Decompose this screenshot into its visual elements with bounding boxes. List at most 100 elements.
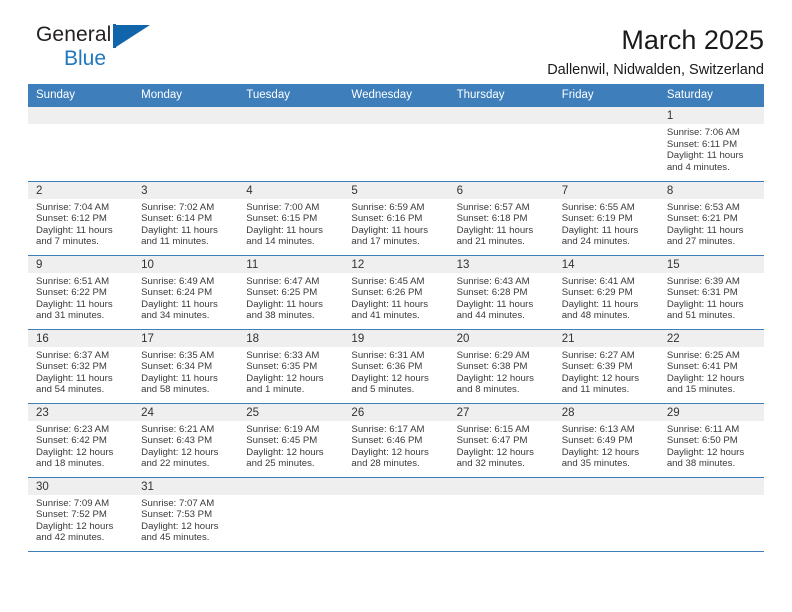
calendar-day-cell[interactable]: 29 Sunrise: 6:11 AM Sunset: 6:50 PM Dayligh… — [658, 403, 764, 478]
day-cell-inner: 11 Sunrise: 6:47 AM Sunset: 6:25 PM Dayligh… — [238, 255, 344, 329]
day-number: 7 — [553, 181, 659, 199]
sunset-text: Sunset: 6:42 PM — [36, 435, 107, 447]
day-sun-details: Sunrise: 6:59 AM Sunset: 6:16 PM Daylight:… — [343, 199, 448, 248]
calendar-day-cell[interactable]: 7 Sunrise: 6:55 AM Sunset: 6:19 PM Daylight… — [553, 181, 659, 256]
general-blue-logo: General Blue — [28, 24, 216, 76]
logo-flag-icon — [116, 25, 150, 47]
calendar-day-cell-empty — [553, 477, 659, 552]
calendar-day-cell[interactable]: 23 Sunrise: 6:23 AM Sunset: 6:42 PM Dayligh… — [28, 403, 134, 478]
calendar-day-cell[interactable]: 20 Sunrise: 6:29 AM Sunset: 6:38 PM Dayligh… — [448, 329, 554, 404]
day-number — [448, 477, 554, 495]
calendar-day-cell[interactable]: 6 Sunrise: 6:57 AM Sunset: 6:18 PM Daylight… — [448, 181, 554, 256]
day-sun-details: Sunrise: 6:21 AM Sunset: 6:43 PM Daylight:… — [133, 421, 238, 470]
sunrise-text: Sunrise: 6:19 AM — [246, 423, 320, 435]
calendar-day-cell[interactable]: 22 Sunrise: 6:25 AM Sunset: 6:41 PM Dayligh… — [658, 329, 764, 404]
daylight-text: Daylight: 11 hours and 44 minutes. — [456, 298, 534, 322]
day-number: 6 — [448, 181, 554, 199]
calendar-day-cell[interactable]: 4 Sunrise: 7:00 AM Sunset: 6:15 PM Daylight… — [238, 181, 344, 256]
day-sun-details: Sunrise: 6:17 AM Sunset: 6:46 PM Daylight:… — [343, 421, 448, 470]
sunset-text: Sunset: 6:41 PM — [666, 361, 738, 373]
sunrise-text: Sunrise: 6:29 AM — [456, 349, 530, 361]
calendar-day-cell[interactable]: 16 Sunrise: 6:37 AM Sunset: 6:32 PM Dayligh… — [28, 329, 134, 404]
calendar-day-cell[interactable]: 1 Sunrise: 7:06 AM Sunset: 6:11 PM Daylight… — [658, 107, 764, 182]
calendar-day-cell[interactable]: 19 Sunrise: 6:31 AM Sunset: 6:36 PM Dayligh… — [343, 329, 449, 404]
calendar-day-cell[interactable]: 17 Sunrise: 6:35 AM Sunset: 6:34 PM Dayligh… — [133, 329, 239, 404]
day-number: 15 — [658, 255, 764, 273]
sunrise-text: Sunrise: 6:17 AM — [351, 423, 425, 435]
calendar-day-cell[interactable]: 15 Sunrise: 6:39 AM Sunset: 6:31 PM Dayligh… — [658, 255, 764, 330]
day-sun-details: Sunrise: 6:13 AM Sunset: 6:49 PM Daylight:… — [554, 421, 659, 470]
sunrise-text: Sunrise: 6:15 AM — [456, 423, 530, 435]
daylight-text: Daylight: 12 hours and 38 minutes. — [666, 446, 745, 470]
sunset-text: Sunset: 6:45 PM — [246, 435, 318, 447]
calendar-day-cell[interactable]: 11 Sunrise: 6:47 AM Sunset: 6:25 PM Dayligh… — [238, 255, 344, 330]
day-cell-inner: 23 Sunrise: 6:23 AM Sunset: 6:42 PM Dayligh… — [28, 403, 134, 477]
day-number — [448, 107, 554, 124]
weekday-header-sunday: Sunday — [28, 84, 134, 107]
day-cell-inner: 24 Sunrise: 6:21 AM Sunset: 6:43 PM Dayligh… — [133, 403, 239, 477]
day-number: 13 — [448, 255, 554, 273]
day-number: 20 — [448, 329, 554, 347]
calendar-day-cell[interactable]: 14 Sunrise: 6:41 AM Sunset: 6:29 PM Dayligh… — [553, 255, 659, 330]
day-cell-inner: 25 Sunrise: 6:19 AM Sunset: 6:45 PM Dayligh… — [238, 403, 344, 477]
day-number — [238, 477, 344, 495]
day-sun-details: Sunrise: 6:47 AM Sunset: 6:25 PM Daylight:… — [238, 273, 343, 322]
day-number: 25 — [238, 403, 344, 421]
day-number — [553, 477, 659, 495]
sunrise-text: Sunrise: 6:53 AM — [666, 201, 740, 213]
calendar-day-cell-empty — [238, 107, 344, 182]
calendar-day-cell[interactable]: 30 Sunrise: 7:09 AM Sunset: 7:52 PM Dayligh… — [28, 477, 134, 552]
calendar-body: 1 Sunrise: 7:06 AM Sunset: 6:11 PM Daylight… — [28, 107, 764, 552]
day-sun-details: Sunrise: 6:11 AM Sunset: 6:50 PM Daylight:… — [659, 421, 764, 470]
calendar-day-cell-empty — [658, 477, 764, 552]
day-sun-details: Sunrise: 6:43 AM Sunset: 6:28 PM Daylight:… — [449, 273, 554, 322]
calendar-day-cell[interactable]: 12 Sunrise: 6:45 AM Sunset: 6:26 PM Dayligh… — [343, 255, 449, 330]
day-number: 11 — [238, 255, 344, 273]
daylight-text: Daylight: 11 hours and 4 minutes. — [666, 150, 744, 173]
daylight-text: Daylight: 11 hours and 31 minutes. — [36, 298, 113, 322]
sunrise-text: Sunrise: 6:57 AM — [456, 201, 530, 213]
calendar-day-cell[interactable]: 31 Sunrise: 7:07 AM Sunset: 7:53 PM Dayligh… — [133, 477, 239, 552]
daylight-text: Daylight: 11 hours and 34 minutes. — [141, 298, 218, 322]
day-cell-inner: 30 Sunrise: 7:09 AM Sunset: 7:52 PM Dayligh… — [28, 477, 134, 551]
calendar-day-cell[interactable]: 2 Sunrise: 7:04 AM Sunset: 6:12 PM Daylight… — [28, 181, 134, 256]
sunrise-text: Sunrise: 6:31 AM — [351, 349, 425, 361]
calendar-day-cell[interactable]: 24 Sunrise: 6:21 AM Sunset: 6:43 PM Dayligh… — [133, 403, 239, 478]
sunset-text: Sunset: 6:47 PM — [456, 435, 528, 447]
sunset-text: Sunset: 6:34 PM — [141, 361, 213, 373]
day-cell-inner — [238, 107, 344, 181]
day-sun-details: Sunrise: 6:39 AM Sunset: 6:31 PM Daylight:… — [659, 273, 764, 322]
calendar-day-cell[interactable]: 10 Sunrise: 6:49 AM Sunset: 6:24 PM Dayligh… — [133, 255, 239, 330]
sunset-text: Sunset: 6:26 PM — [351, 287, 423, 299]
calendar-day-cell[interactable]: 28 Sunrise: 6:13 AM Sunset: 6:49 PM Dayligh… — [553, 403, 659, 478]
calendar-day-cell[interactable]: 26 Sunrise: 6:17 AM Sunset: 6:46 PM Dayligh… — [343, 403, 449, 478]
calendar-day-cell[interactable]: 9 Sunrise: 6:51 AM Sunset: 6:22 PM Daylight… — [28, 255, 134, 330]
day-sun-details: Sunrise: 6:35 AM Sunset: 6:34 PM Daylight:… — [133, 347, 238, 396]
calendar-day-cell[interactable]: 8 Sunrise: 6:53 AM Sunset: 6:21 PM Daylight… — [658, 181, 764, 256]
calendar-day-cell[interactable]: 5 Sunrise: 6:59 AM Sunset: 6:16 PM Daylight… — [343, 181, 449, 256]
calendar-day-cell[interactable]: 25 Sunrise: 6:19 AM Sunset: 6:45 PM Dayligh… — [238, 403, 344, 478]
calendar-day-cell[interactable]: 13 Sunrise: 6:43 AM Sunset: 6:28 PM Dayligh… — [448, 255, 554, 330]
daylight-text: Daylight: 11 hours and 14 minutes. — [246, 224, 323, 248]
day-number: 23 — [28, 403, 134, 421]
day-number: 14 — [553, 255, 659, 273]
sunset-text: Sunset: 6:25 PM — [246, 287, 318, 299]
sunset-text: Sunset: 6:16 PM — [351, 213, 423, 225]
sunset-text: Sunset: 6:49 PM — [561, 435, 633, 447]
calendar-day-cell[interactable]: 3 Sunrise: 7:02 AM Sunset: 6:14 PM Daylight… — [133, 181, 239, 256]
sunset-text: Sunset: 6:19 PM — [561, 213, 633, 225]
day-number — [28, 107, 134, 124]
daylight-text: Daylight: 12 hours and 11 minutes. — [561, 372, 640, 396]
day-number — [343, 477, 449, 495]
day-number: 9 — [28, 255, 134, 273]
day-sun-details: Sunrise: 6:37 AM Sunset: 6:32 PM Daylight:… — [28, 347, 133, 396]
page-subtitle-location: Dallenwil, Nidwalden, Switzerland — [547, 62, 764, 79]
logo-text-blue: Blue — [64, 47, 107, 70]
calendar-day-cell[interactable]: 18 Sunrise: 6:33 AM Sunset: 6:35 PM Dayligh… — [238, 329, 344, 404]
day-sun-details: Sunrise: 6:29 AM Sunset: 6:38 PM Daylight:… — [449, 347, 554, 396]
day-sun-details: Sunrise: 6:45 AM Sunset: 6:26 PM Daylight:… — [343, 273, 448, 322]
day-cell-inner — [343, 477, 449, 551]
calendar-day-cell[interactable]: 21 Sunrise: 6:27 AM Sunset: 6:39 PM Dayligh… — [553, 329, 659, 404]
calendar-day-cell[interactable]: 27 Sunrise: 6:15 AM Sunset: 6:47 PM Dayligh… — [448, 403, 554, 478]
sunrise-text: Sunrise: 6:23 AM — [36, 423, 110, 435]
